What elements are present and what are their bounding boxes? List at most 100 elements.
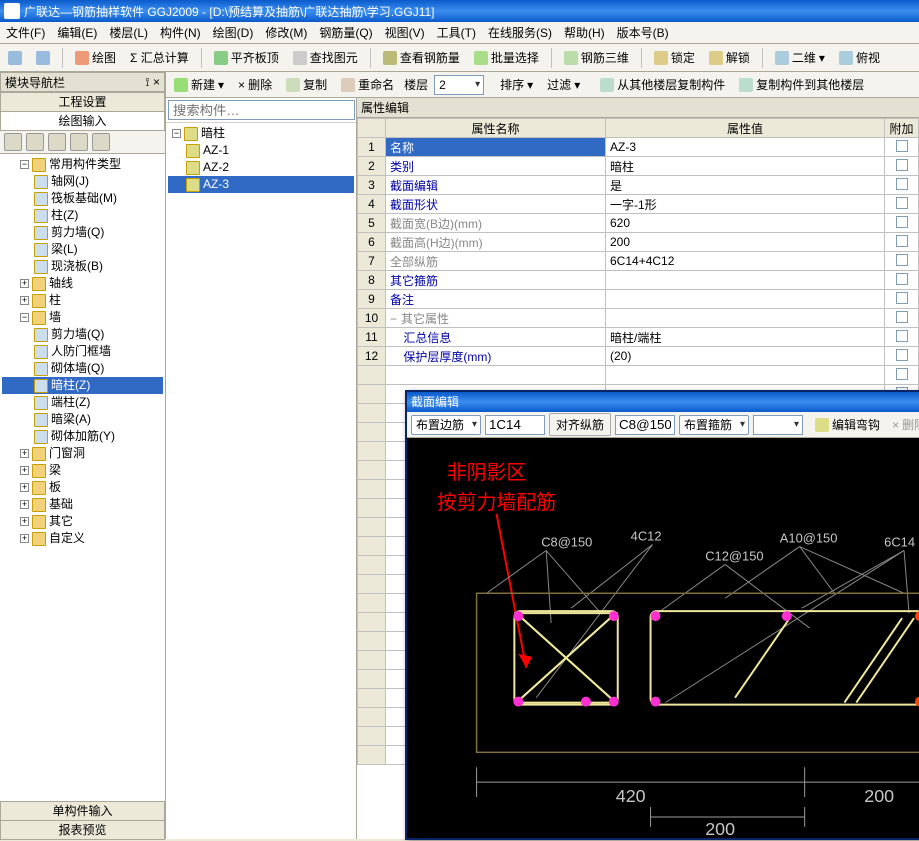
property-row[interactable]: 6截面高(H边)(mm)200 bbox=[358, 233, 919, 252]
undo-button[interactable] bbox=[4, 49, 26, 67]
menu-bar[interactable]: 文件(F)编辑(E)楼层(L)构件(N)绘图(D)修改(M)钢筋量(Q)视图(V… bbox=[0, 22, 919, 44]
tree-item[interactable]: 剪力墙(Q) bbox=[2, 224, 163, 241]
tree-item[interactable]: AZ-3 bbox=[168, 176, 354, 193]
category-tree[interactable]: −常用构件类型轴网(J)筏板基础(M)柱(Z)剪力墙(Q)梁(L)现浇板(B)+… bbox=[0, 154, 165, 801]
redo-button[interactable] bbox=[32, 49, 54, 67]
menu-item[interactable]: 编辑(E) bbox=[57, 24, 97, 41]
property-row[interactable]: 12 保护层厚度(mm)(20) bbox=[358, 347, 919, 366]
tree-item[interactable]: 筏板基础(M) bbox=[2, 190, 163, 207]
hoop-rebar-button[interactable]: 布置箍筋 bbox=[679, 415, 749, 435]
main-toolbar[interactable]: 绘图 Σ 汇总计算 平齐板顶 查找图元 查看钢筋量 批量选择 钢筋三维 锁定 解… bbox=[0, 44, 919, 72]
tree-item[interactable]: AZ-1 bbox=[168, 142, 354, 159]
nav-icon-1[interactable] bbox=[4, 133, 22, 151]
copy-button[interactable]: 复制 bbox=[282, 74, 331, 95]
tree-item[interactable]: 梁(L) bbox=[2, 241, 163, 258]
tree-item[interactable]: +轴线 bbox=[2, 275, 163, 292]
property-row[interactable]: 1名称AZ-3 bbox=[358, 138, 919, 157]
tree-item[interactable]: 柱(Z) bbox=[2, 207, 163, 224]
menu-item[interactable]: 在线服务(S) bbox=[488, 24, 552, 41]
attach-checkbox[interactable] bbox=[896, 235, 908, 247]
sort-button[interactable]: 排序 ▾ bbox=[496, 74, 537, 95]
property-row[interactable]: 10−其它属性 bbox=[358, 309, 919, 328]
attach-checkbox[interactable] bbox=[896, 349, 908, 361]
tree-item[interactable]: 砌体墙(Q) bbox=[2, 360, 163, 377]
rebar-3d-button[interactable]: 钢筋三维 bbox=[560, 47, 633, 68]
tree-item[interactable]: 暗柱(Z) bbox=[2, 377, 163, 394]
copy-from-floor-button[interactable]: 从其他楼层复制构件 bbox=[596, 74, 729, 95]
tab-single-component[interactable]: 单构件输入 bbox=[0, 801, 165, 821]
delete-button[interactable]: × 删除 bbox=[234, 74, 276, 95]
tree-item[interactable]: 暗梁(A) bbox=[2, 411, 163, 428]
nav-icon-2[interactable] bbox=[26, 133, 44, 151]
tree-item[interactable]: +板 bbox=[2, 479, 163, 496]
section-toolbar[interactable]: 布置边筋 对齐纵筋 布置箍筋 编辑弯钩 × 删除 标注 ⬚ bbox=[407, 412, 919, 438]
attach-checkbox[interactable] bbox=[896, 140, 908, 152]
menu-item[interactable]: 绘图(D) bbox=[213, 24, 254, 41]
batch-select-button[interactable]: 批量选择 bbox=[470, 47, 543, 68]
tab-project-settings[interactable]: 工程设置 bbox=[0, 92, 165, 112]
view-rebar-button[interactable]: 查看钢筋量 bbox=[379, 47, 464, 68]
attach-checkbox[interactable] bbox=[896, 330, 908, 342]
tree-item[interactable]: +基础 bbox=[2, 496, 163, 513]
nav-icon-3[interactable] bbox=[48, 133, 66, 151]
tab-draw-input[interactable]: 绘图输入 bbox=[0, 111, 165, 131]
component-toolbar[interactable]: 新建 ▾ × 删除 复制 重命名 楼层 2 排序 ▾ 过滤 ▾ 从其他楼层复制构… bbox=[166, 72, 919, 98]
menu-item[interactable]: 楼层(L) bbox=[109, 24, 148, 41]
rename-button[interactable]: 重命名 bbox=[337, 74, 398, 95]
tree-item[interactable]: 端柱(Z) bbox=[2, 394, 163, 411]
property-row[interactable]: 3截面编辑是 bbox=[358, 176, 919, 195]
tree-item[interactable]: 轴网(J) bbox=[2, 173, 163, 190]
lock-button[interactable]: 锁定 bbox=[650, 47, 699, 68]
menu-item[interactable]: 帮助(H) bbox=[564, 24, 605, 41]
filter-button[interactable]: 过滤 ▾ bbox=[543, 74, 584, 95]
tree-item[interactable]: AZ-2 bbox=[168, 159, 354, 176]
tree-item[interactable]: 剪力墙(Q) bbox=[2, 326, 163, 343]
attach-checkbox[interactable] bbox=[896, 254, 908, 266]
copy-to-floor-button[interactable]: 复制构件到其他楼层 bbox=[735, 74, 868, 95]
attach-checkbox[interactable] bbox=[896, 197, 908, 209]
menu-item[interactable]: 构件(N) bbox=[160, 24, 201, 41]
search-input[interactable] bbox=[168, 100, 355, 120]
floor-select[interactable]: 2 bbox=[434, 75, 484, 95]
attach-checkbox[interactable] bbox=[896, 311, 908, 323]
section-canvas[interactable]: 非阴影区 按剪力墙配筋 bbox=[407, 438, 919, 838]
property-row[interactable]: 4截面形状一字-1形 bbox=[358, 195, 919, 214]
tree-item[interactable]: 人防门框墙 bbox=[2, 343, 163, 360]
tree-item[interactable]: +柱 bbox=[2, 292, 163, 309]
tree-item[interactable]: −暗柱 bbox=[168, 125, 354, 142]
flat-roof-button[interactable]: 平齐板顶 bbox=[210, 47, 283, 68]
attach-checkbox[interactable] bbox=[896, 216, 908, 228]
nav-icon-5[interactable] bbox=[92, 133, 110, 151]
tab-report-preview[interactable]: 报表预览 bbox=[0, 820, 165, 840]
property-row[interactable]: 9备注 bbox=[358, 290, 919, 309]
menu-item[interactable]: 修改(M) bbox=[265, 24, 307, 41]
property-row[interactable]: 2类别暗柱 bbox=[358, 157, 919, 176]
align-rebar-input[interactable] bbox=[615, 415, 675, 435]
attach-checkbox[interactable] bbox=[896, 159, 908, 171]
edge-rebar-input[interactable] bbox=[485, 415, 545, 435]
property-row[interactable]: 7全部纵筋6C14+4C12 bbox=[358, 252, 919, 271]
align-rebar-button[interactable]: 对齐纵筋 bbox=[549, 413, 611, 436]
tree-item[interactable]: 现浇板(B) bbox=[2, 258, 163, 275]
tree-item[interactable]: +门窗洞 bbox=[2, 445, 163, 462]
property-row[interactable]: 5截面宽(B边)(mm)620 bbox=[358, 214, 919, 233]
sec-delete-button[interactable]: × 删除 bbox=[888, 414, 919, 435]
dock-pin-icon[interactable]: ⟟ × bbox=[145, 75, 160, 90]
find-group-button[interactable]: 查找图元 bbox=[289, 47, 362, 68]
tree-item[interactable]: 砌体加筋(Y) bbox=[2, 428, 163, 445]
tree-item[interactable]: −墙 bbox=[2, 309, 163, 326]
nav-icon-4[interactable] bbox=[70, 133, 88, 151]
menu-item[interactable]: 钢筋量(Q) bbox=[319, 24, 372, 41]
property-row[interactable]: 8其它箍筋 bbox=[358, 271, 919, 290]
attach-checkbox[interactable] bbox=[896, 273, 908, 285]
section-editor-window[interactable]: 截面编辑 布置边筋 对齐纵筋 布置箍筋 编辑弯钩 × 删除 标注 ⬚ 非阴影区 … bbox=[405, 390, 919, 840]
bird-view-button[interactable]: 俯视 bbox=[835, 47, 884, 68]
attach-checkbox[interactable] bbox=[896, 292, 908, 304]
attach-checkbox[interactable] bbox=[896, 368, 908, 380]
menu-item[interactable]: 视图(V) bbox=[385, 24, 425, 41]
sum-calc-button[interactable]: Σ 汇总计算 bbox=[126, 47, 193, 68]
menu-item[interactable]: 工具(T) bbox=[437, 24, 476, 41]
menu-item[interactable]: 版本号(B) bbox=[617, 24, 669, 41]
unlock-button[interactable]: 解锁 bbox=[705, 47, 754, 68]
new-button[interactable]: 新建 ▾ bbox=[170, 74, 228, 95]
